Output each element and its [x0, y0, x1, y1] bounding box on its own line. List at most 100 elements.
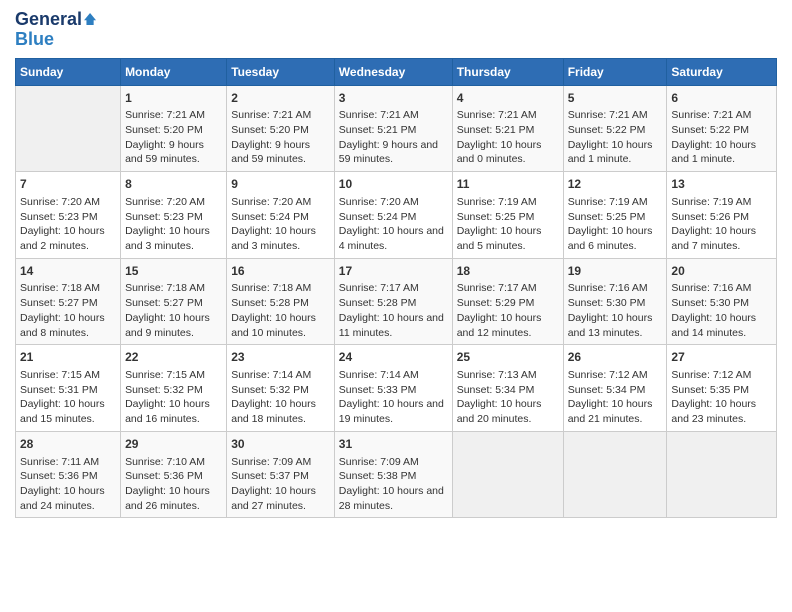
daylight: Daylight: 10 hours and 16 minutes.: [125, 398, 210, 425]
sunrise: Sunrise: 7:15 AM: [20, 369, 100, 381]
calendar-cell: 28 Sunrise: 7:11 AM Sunset: 5:36 PM Dayligh…: [16, 431, 121, 518]
week-row-3: 14Sunrise: 7:18 AMSunset: 5:27 PMDayligh…: [16, 258, 777, 345]
daylight: Daylight: 10 hours and 1 minute.: [671, 139, 756, 166]
sunrise: Sunrise: 7:16 AM: [671, 282, 751, 294]
day-number: 20: [671, 263, 772, 280]
calendar-cell: 7Sunrise: 7:20 AMSunset: 5:23 PMDaylight…: [16, 172, 121, 259]
header-day-wednesday: Wednesday: [334, 58, 452, 85]
day-number: 9: [231, 176, 330, 193]
sunrise: Sunrise: 7:21 AM: [457, 109, 537, 121]
daylight: Daylight: 10 hours and 1 minute.: [568, 139, 653, 166]
logo-blue: Blue: [15, 30, 96, 50]
sunset: Sunset: 5:23 PM: [125, 211, 203, 223]
calendar-cell: 6Sunrise: 7:21 AMSunset: 5:22 PMDaylight…: [667, 85, 777, 172]
calendar-cell: [16, 85, 121, 172]
sunset: Sunset: 5:30 PM: [671, 297, 749, 309]
logo: General Blue: [15, 10, 96, 50]
day-number: 26: [568, 349, 663, 366]
calendar-cell: 22Sunrise: 7:15 AMSunset: 5:32 PMDayligh…: [121, 345, 227, 432]
calendar-cell: 23Sunrise: 7:14 AMSunset: 5:32 PMDayligh…: [227, 345, 335, 432]
day-number: 21: [20, 349, 116, 366]
sunrise: Sunrise: 7:12 AM: [568, 369, 648, 381]
daylight: Daylight: 10 hours and 20 minutes.: [457, 398, 542, 425]
sunrise: Sunrise: 7:21 AM: [671, 109, 751, 121]
sunset: Sunset: 5:28 PM: [339, 297, 417, 309]
daylight: Daylight: 10 hours and 24 minutes.: [20, 485, 105, 512]
sunrise: Sunrise: 7:19 AM: [457, 196, 537, 208]
header-day-saturday: Saturday: [667, 58, 777, 85]
daylight: Daylight: 10 hours and 23 minutes.: [671, 398, 756, 425]
day-number: 28: [20, 436, 116, 453]
sunset: Sunset: 5:32 PM: [231, 384, 309, 396]
logo-general: General: [15, 10, 96, 30]
sunset: Sunset: 5:31 PM: [20, 384, 98, 396]
day-number: 6: [671, 90, 772, 107]
sunrise: Sunrise: 7:20 AM: [231, 196, 311, 208]
header-day-thursday: Thursday: [452, 58, 563, 85]
daylight: Daylight: 10 hours and 2 minutes.: [20, 225, 105, 252]
sunset: Sunset: 5:21 PM: [339, 124, 417, 136]
calendar-cell: 14Sunrise: 7:18 AMSunset: 5:27 PMDayligh…: [16, 258, 121, 345]
sunrise: Sunrise: 7:21 AM: [568, 109, 648, 121]
calendar-cell: 21 Sunrise: 7:15 AM Sunset: 5:31 PM Dayligh…: [16, 345, 121, 432]
calendar-cell: 25Sunrise: 7:13 AMSunset: 5:34 PMDayligh…: [452, 345, 563, 432]
sunset: Sunset: 5:22 PM: [568, 124, 646, 136]
day-number: 22: [125, 349, 222, 366]
sunset: Sunset: 5:36 PM: [20, 470, 98, 482]
sunrise: Sunrise: 7:09 AM: [231, 456, 311, 468]
sunrise: Sunrise: 7:11 AM: [20, 456, 99, 468]
day-number: 15: [125, 263, 222, 280]
calendar-cell: 5Sunrise: 7:21 AMSunset: 5:22 PMDaylight…: [563, 85, 667, 172]
day-number: 1: [125, 90, 222, 107]
calendar-cell: 3Sunrise: 7:21 AMSunset: 5:21 PMDaylight…: [334, 85, 452, 172]
sunset: Sunset: 5:21 PM: [457, 124, 535, 136]
calendar-cell: 8Sunrise: 7:20 AMSunset: 5:23 PMDaylight…: [121, 172, 227, 259]
calendar-cell: 20Sunrise: 7:16 AMSunset: 5:30 PMDayligh…: [667, 258, 777, 345]
calendar-cell: 31Sunrise: 7:09 AMSunset: 5:38 PMDayligh…: [334, 431, 452, 518]
calendar-cell: [667, 431, 777, 518]
calendar-cell: 19Sunrise: 7:16 AMSunset: 5:30 PMDayligh…: [563, 258, 667, 345]
calendar-table: SundayMondayTuesdayWednesdayThursdayFrid…: [15, 58, 777, 519]
sunrise: Sunrise: 7:17 AM: [457, 282, 537, 294]
day-number: 24: [339, 349, 448, 366]
sunset: Sunset: 5:36 PM: [125, 470, 203, 482]
calendar-cell: 18Sunrise: 7:17 AMSunset: 5:29 PMDayligh…: [452, 258, 563, 345]
sunset: Sunset: 5:34 PM: [568, 384, 646, 396]
day-number: 18: [457, 263, 559, 280]
header-day-friday: Friday: [563, 58, 667, 85]
calendar-cell: 30Sunrise: 7:09 AMSunset: 5:37 PMDayligh…: [227, 431, 335, 518]
calendar-cell: 24Sunrise: 7:14 AMSunset: 5:33 PMDayligh…: [334, 345, 452, 432]
daylight: Daylight: 10 hours and 26 minutes.: [125, 485, 210, 512]
sunrise: Sunrise: 7:21 AM: [125, 109, 205, 121]
calendar-cell: 15Sunrise: 7:18 AMSunset: 5:27 PMDayligh…: [121, 258, 227, 345]
day-number: 4: [457, 90, 559, 107]
day-number: 17: [339, 263, 448, 280]
sunset: Sunset: 5:35 PM: [671, 384, 749, 396]
daylight: Daylight: 10 hours and 18 minutes.: [231, 398, 316, 425]
day-number: 27: [671, 349, 772, 366]
sunset: Sunset: 5:37 PM: [231, 470, 309, 482]
sunset: Sunset: 5:24 PM: [231, 211, 309, 223]
sunrise: Sunrise: 7:20 AM: [125, 196, 205, 208]
daylight: Daylight: 10 hours and 15 minutes.: [20, 398, 105, 425]
daylight: Daylight: 10 hours and 0 minutes.: [457, 139, 542, 166]
calendar-cell: 9Sunrise: 7:20 AMSunset: 5:24 PMDaylight…: [227, 172, 335, 259]
daylight: Daylight: 9 hours and 59 minutes.: [125, 139, 204, 166]
sunset: Sunset: 5:26 PM: [671, 211, 749, 223]
day-number: 10: [339, 176, 448, 193]
daylight: Daylight: 10 hours and 27 minutes.: [231, 485, 316, 512]
daylight: Daylight: 10 hours and 4 minutes.: [339, 225, 444, 252]
sunset: Sunset: 5:28 PM: [231, 297, 309, 309]
header-day-monday: Monday: [121, 58, 227, 85]
calendar-cell: 16Sunrise: 7:18 AMSunset: 5:28 PMDayligh…: [227, 258, 335, 345]
day-number: 3: [339, 90, 448, 107]
sunset: Sunset: 5:34 PM: [457, 384, 535, 396]
sunrise: Sunrise: 7:18 AM: [125, 282, 205, 294]
daylight: Daylight: 10 hours and 13 minutes.: [568, 312, 653, 339]
sunset: Sunset: 5:24 PM: [339, 211, 417, 223]
sunset: Sunset: 5:27 PM: [20, 297, 98, 309]
daylight: Daylight: 10 hours and 5 minutes.: [457, 225, 542, 252]
sunrise: Sunrise: 7:12 AM: [671, 369, 751, 381]
day-number: 11: [457, 176, 559, 193]
sunset: Sunset: 5:25 PM: [568, 211, 646, 223]
